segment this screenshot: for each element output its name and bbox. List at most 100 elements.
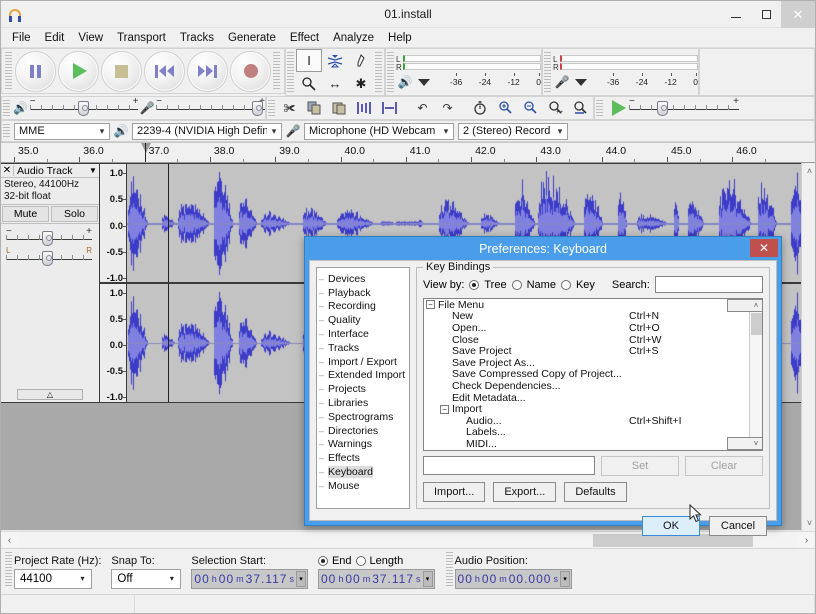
selection-start-time[interactable]: 00 h 00 m 37.117 s ▾	[191, 568, 308, 589]
audio-host-select[interactable]: MME ▾	[14, 122, 110, 140]
edit-toolbar-grip[interactable]	[268, 100, 275, 116]
menu-effect[interactable]: Effect	[283, 30, 326, 46]
vertical-scroll-track[interactable]	[801, 179, 815, 515]
preferences-category-quality[interactable]: – Quality	[319, 313, 407, 327]
redo-icon[interactable]: ↷	[435, 97, 460, 119]
solo-button[interactable]: Solo	[51, 206, 98, 222]
tools-toolbar-grip[interactable]	[287, 52, 294, 92]
playback-speed-slider[interactable]: − +	[629, 96, 739, 119]
close-icon[interactable]: ✕	[781, 1, 815, 28]
selection-tool-icon[interactable]: I	[296, 49, 322, 72]
clear-button[interactable]: Clear	[685, 455, 763, 476]
cancel-button[interactable]: Cancel	[709, 515, 767, 536]
preferences-category-devices[interactable]: – Devices	[319, 272, 407, 286]
vertical-scrollbar[interactable]: ˄ ˅	[801, 163, 816, 531]
menu-edit[interactable]: Edit	[38, 30, 72, 46]
preferences-category-recording[interactable]: – Recording	[319, 300, 407, 314]
preferences-category-tree[interactable]: – Devices – Playback – Recording – Quality – Inte…	[316, 267, 410, 509]
input-device-select[interactable]: Microphone (HD Webcam C270 ▾	[304, 122, 454, 140]
play-at-speed-button[interactable]	[605, 100, 629, 116]
playback-meter-menu-icon[interactable]	[418, 78, 430, 86]
menu-file[interactable]: File	[5, 30, 38, 46]
output-device-select[interactable]: 2239-4 (NVIDIA High Definition ▾	[132, 122, 282, 140]
preferences-category-spectrograms[interactable]: – Spectrograms	[319, 410, 407, 424]
pause-button[interactable]	[15, 50, 56, 92]
maximize-button[interactable]	[751, 1, 781, 28]
view-by-tree-radio[interactable]	[469, 279, 480, 290]
key-binding-row[interactable]: MIDI...	[424, 438, 749, 450]
scroll-left-button[interactable]: ‹	[1, 535, 18, 546]
audio-position-grip[interactable]	[445, 552, 453, 586]
preferences-category-extended-import[interactable]: – Extended Import	[319, 369, 407, 383]
output-volume-slider[interactable]: − +	[29, 96, 139, 119]
export-button[interactable]: Export...	[493, 481, 557, 502]
menu-view[interactable]: View	[71, 30, 110, 46]
playback-meter-grip[interactable]	[387, 52, 394, 92]
recording-meter[interactable]: LR 🎤 -36 -24 -12 0	[553, 49, 698, 95]
search-input[interactable]	[654, 276, 763, 293]
view-by-name-radio[interactable]	[511, 279, 522, 290]
key-binding-row[interactable]: Edit Metadata...	[424, 392, 749, 404]
copy-icon[interactable]	[302, 97, 327, 119]
project-rate-select[interactable]: 44100 ▾	[14, 568, 92, 589]
menu-transport[interactable]: Transport	[110, 30, 173, 46]
key-binding-row[interactable]: Save Project Ctrl+S	[424, 345, 749, 357]
length-radio[interactable]	[355, 555, 366, 566]
key-binding-row[interactable]: Labels...	[424, 426, 749, 438]
view-by-key-radio[interactable]	[560, 279, 571, 290]
snap-to-select[interactable]: Off ▾	[111, 568, 182, 589]
menu-help[interactable]: Help	[381, 30, 419, 46]
import-button[interactable]: Import...	[423, 481, 486, 502]
set-button[interactable]: Set	[601, 455, 679, 476]
preferences-category-mouse[interactable]: – Mouse	[319, 479, 407, 493]
tree-collapse-icon[interactable]: −	[426, 300, 435, 310]
kb-scroll-down-button[interactable]: ˅	[727, 436, 762, 450]
end-radio[interactable]	[317, 555, 328, 566]
input-volume-slider[interactable]: − +	[156, 96, 265, 119]
zoom-tool-icon[interactable]	[296, 72, 322, 95]
selection-end-time[interactable]: 00 h 00 m 37.117 s ▾	[317, 568, 435, 589]
multi-tool-icon[interactable]: ✱	[348, 72, 374, 95]
timeline-ruler[interactable]: 35.0 36.0 37.0 38.0 39.0 40.0 41.0 42.0 43.0 44.0…	[1, 142, 815, 163]
track-collapse-button[interactable]: △	[17, 389, 83, 400]
trim-audio-icon[interactable]	[352, 97, 377, 119]
silence-audio-icon[interactable]	[377, 97, 402, 119]
track-name[interactable]: Audio Track	[14, 165, 87, 177]
recording-meter-menu-icon[interactable]	[575, 78, 587, 86]
mute-button[interactable]: Mute	[2, 206, 49, 222]
pos-spinner[interactable]: ▾	[559, 570, 570, 587]
track-close-icon[interactable]: ✕	[1, 165, 14, 176]
key-input-field[interactable]	[423, 456, 595, 476]
mixer-toolbar-grip[interactable]	[3, 100, 10, 116]
recording-meter-grip[interactable]	[544, 52, 551, 92]
track-menu-chevron-down-icon[interactable]: ▼	[87, 166, 99, 175]
key-binding-row[interactable]: − File Menu	[424, 299, 749, 311]
scroll-up-button[interactable]: ˄	[802, 163, 816, 179]
key-bindings-scrollbar[interactable]: ˄ ˅	[727, 299, 762, 450]
scroll-right-button[interactable]: ›	[798, 535, 815, 546]
preferences-category-import-export[interactable]: – Import / Export	[319, 355, 407, 369]
input-channels-select[interactable]: 2 (Stereo) Record ▾	[458, 122, 568, 140]
fit-selection-icon[interactable]: ++	[543, 97, 568, 119]
key-binding-row[interactable]: Save Project As...	[424, 357, 749, 369]
preferences-category-effects[interactable]: – Effects	[319, 451, 407, 465]
key-binding-row[interactable]: Close Ctrl+W	[424, 334, 749, 346]
device-toolbar-grip[interactable]	[3, 124, 10, 138]
fit-project-icon[interactable]	[568, 97, 593, 119]
dialog-close-icon[interactable]: ✕	[750, 239, 778, 257]
transport-toolbar-grip-right[interactable]	[273, 52, 280, 90]
play-at-speed-grip[interactable]	[596, 100, 603, 116]
preferences-category-projects[interactable]: – Projects	[319, 382, 407, 396]
key-binding-row[interactable]: Save Compressed Copy of Project...	[424, 368, 749, 380]
preferences-category-keyboard[interactable]: – Keyboard	[319, 465, 407, 479]
key-binding-row[interactable]: Open... Ctrl+O	[424, 322, 749, 334]
stop-button[interactable]	[101, 50, 142, 92]
kb-scroll-up-button[interactable]: ˄	[727, 299, 762, 312]
sync-lock-icon[interactable]	[468, 97, 493, 119]
cut-icon[interactable]: ✀	[277, 97, 302, 119]
key-binding-row[interactable]: Audio... Ctrl+Shift+I	[424, 415, 749, 427]
preferences-category-warnings[interactable]: – Warnings	[319, 438, 407, 452]
zoom-in-icon[interactable]	[493, 97, 518, 119]
timeshift-tool-icon[interactable]: ↔	[322, 72, 348, 95]
track-gain-slider[interactable]: − +	[6, 226, 92, 247]
